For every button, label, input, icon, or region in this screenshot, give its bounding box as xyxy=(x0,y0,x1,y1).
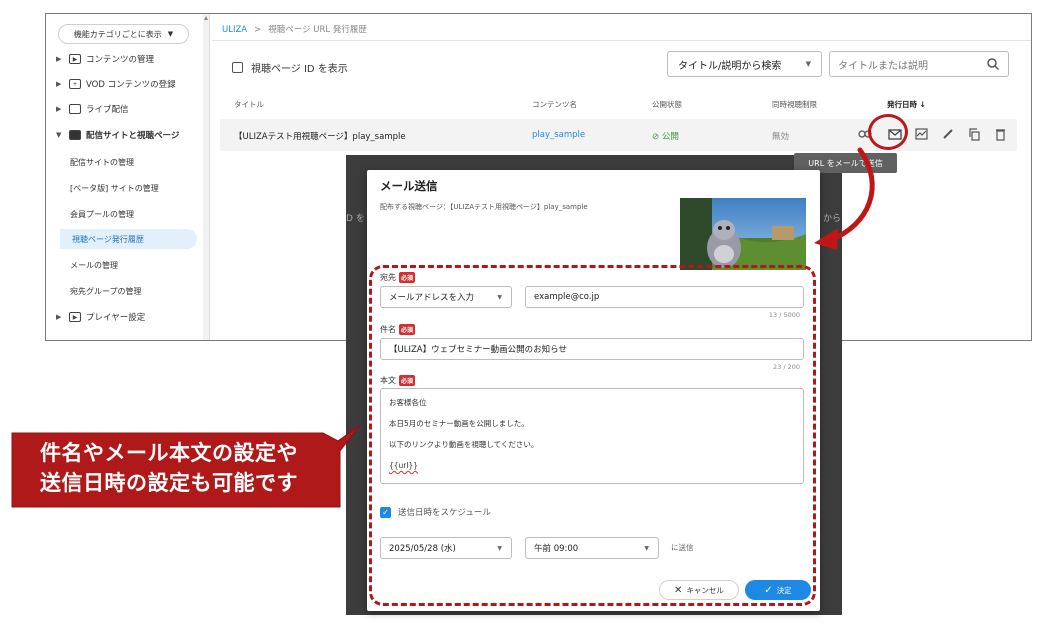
status-label: 公開 xyxy=(661,132,679,142)
sidebar-scrollbar[interactable] xyxy=(203,14,209,340)
show-id-checkbox[interactable] xyxy=(232,62,243,73)
column-header-content[interactable]: コンテンツ名 xyxy=(532,99,577,110)
search-placeholder: タイトルまたは説明 xyxy=(838,60,928,72)
sidebar-item-label: VOD コンテンツの登録 xyxy=(86,80,176,90)
search-input[interactable]: タイトルまたは説明 xyxy=(829,51,1009,77)
search-icon[interactable] xyxy=(986,57,1000,71)
breadcrumb-separator: > xyxy=(254,25,262,35)
video-thumbnail xyxy=(680,198,806,270)
live-camera-icon xyxy=(69,104,81,114)
chevron-down-icon: ▼ xyxy=(805,60,811,68)
callout-line-2: 送信日時の設定も可能です xyxy=(40,471,298,495)
sidebar-item-live[interactable]: ▶ ライブ配信 xyxy=(56,100,129,118)
analytics-icon[interactable] xyxy=(913,126,929,142)
play-icon: ▶ xyxy=(69,54,81,64)
chevron-right-icon: ▶ xyxy=(56,105,62,113)
search-type-select[interactable]: タイトル/説明から検索 ▼ xyxy=(667,51,822,77)
column-header-limit[interactable]: 同時視聴制限 xyxy=(772,99,817,110)
search-type-value: タイトル/説明から検索 xyxy=(678,60,782,72)
dialog-title: メール送信 xyxy=(380,179,438,193)
callout-text: 件名やメール本文の設定や 送信日時の設定も可能です xyxy=(8,438,330,498)
sidebar-item-vod-register[interactable]: ▶ + VOD コンテンツの登録 xyxy=(56,75,176,93)
sidebar-subitem-recipient-groups[interactable]: 宛先グループの管理 xyxy=(70,281,142,301)
sidebar: 機能カテゴリごとに表示 ▼ ▶ ▶ コンテンツの管理 ▶ + VOD コンテンツ… xyxy=(46,14,210,340)
breadcrumb-current: 視聴ページ URL 発行履歴 xyxy=(268,25,367,35)
row-status: ⊘ 公開 xyxy=(652,132,679,142)
chevron-down-icon: ▼ xyxy=(56,131,62,139)
column-header-issued[interactable]: 発行日時 ↓ xyxy=(887,99,926,110)
sidebar-item-label: ライブ配信 xyxy=(86,105,129,115)
category-select[interactable]: 機能カテゴリごとに表示 ▼ xyxy=(58,24,189,44)
add-box-icon: + xyxy=(69,79,81,89)
chevron-right-icon: ▶ xyxy=(56,80,62,88)
delete-icon[interactable] xyxy=(992,126,1008,142)
category-select-label: 機能カテゴリごとに表示 xyxy=(73,29,162,39)
divider xyxy=(212,40,1031,41)
site-icon xyxy=(69,130,81,140)
show-id-toggle[interactable]: 視聴ページ ID を表示 xyxy=(232,60,348,75)
sidebar-subitem-page-history[interactable]: 視聴ページ発行履歴 xyxy=(60,229,197,249)
copy-icon[interactable] xyxy=(966,126,982,142)
sidebar-item-contents[interactable]: ▶ ▶ コンテンツの管理 xyxy=(56,50,154,68)
sidebar-subitem-beta-site[interactable]: [ベータ版] サイトの管理 xyxy=(70,178,159,198)
chevron-right-icon: ▶ xyxy=(56,55,62,63)
sidebar-item-label: 配信サイトと視聴ページ xyxy=(86,131,180,141)
sidebar-item-player-settings[interactable]: ▶ ▶ プレイヤー設定 xyxy=(56,308,145,326)
sidebar-item-label: コンテンツの管理 xyxy=(86,55,155,65)
chevron-down-icon: ▼ xyxy=(167,30,174,38)
breadcrumb-root[interactable]: ULIZA xyxy=(222,25,247,35)
row-title: 【ULIZAテスト用視聴ページ】play_sample xyxy=(234,132,406,142)
sidebar-subitem-mail[interactable]: メールの管理 xyxy=(70,255,118,275)
row-content-link[interactable]: play_sample xyxy=(532,130,585,140)
highlight-dashed-frame xyxy=(369,265,816,606)
sidebar-item-sites[interactable]: ▼ 配信サイトと視聴ページ xyxy=(56,126,179,144)
player-settings-icon: ▶ xyxy=(69,312,81,322)
column-header-status[interactable]: 公開状態 xyxy=(652,99,682,110)
chevron-right-icon: ▶ xyxy=(56,313,62,321)
row-limit: 無効 xyxy=(772,132,790,142)
annotation-arrow xyxy=(814,147,875,250)
column-header-title[interactable]: タイトル xyxy=(234,99,264,110)
callout-line-1: 件名やメール本文の設定や xyxy=(40,441,298,465)
edit-icon[interactable] xyxy=(940,126,956,142)
show-id-label: 視聴ページ ID を表示 xyxy=(251,64,348,75)
dialog-subtitle: 配布する視聴ページ：【ULIZAテスト用視聴ページ】play_sample xyxy=(380,203,588,211)
sidebar-item-label: プレイヤー設定 xyxy=(86,313,146,323)
breadcrumb: ULIZA > 視聴ページ URL 発行履歴 xyxy=(222,23,367,35)
sidebar-subitem-site-manage[interactable]: 配信サイトの管理 xyxy=(70,152,134,172)
backdrop-ghost-text: D を xyxy=(346,214,365,224)
sidebar-subitem-member-pool[interactable]: 会員プールの管理 xyxy=(70,204,134,224)
